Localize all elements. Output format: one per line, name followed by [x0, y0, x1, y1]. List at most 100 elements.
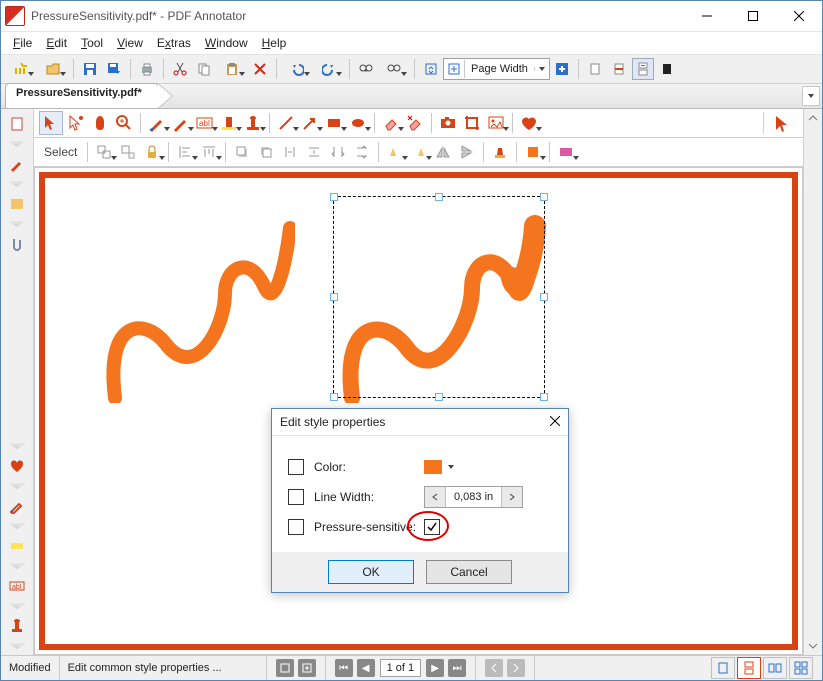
undo-button[interactable] — [282, 58, 312, 80]
linewidth-decr-button[interactable] — [425, 487, 446, 507]
menu-help[interactable]: Help — [256, 34, 293, 52]
handle-n[interactable] — [435, 193, 443, 201]
side-textbox-icon[interactable]: abI — [6, 575, 28, 597]
lasso-tool-button[interactable] — [65, 112, 87, 134]
handle-nw[interactable] — [330, 193, 338, 201]
side-pen-icon[interactable] — [6, 153, 28, 175]
zoom-tool-button[interactable] — [113, 112, 135, 134]
rotate-cw-button[interactable] — [408, 141, 430, 163]
layout-dark-button[interactable] — [656, 58, 678, 80]
layout-continuous-button[interactable] — [632, 58, 654, 80]
paste-button[interactable] — [217, 58, 247, 80]
fill-picker-button[interactable] — [522, 141, 544, 163]
center-h-button[interactable] — [327, 141, 349, 163]
zoom-in-button[interactable] — [551, 58, 573, 80]
redo-button[interactable] — [314, 58, 344, 80]
history-back-button[interactable] — [485, 659, 503, 677]
side-stamp-icon[interactable] — [6, 615, 28, 637]
view-facing-continuous-button[interactable] — [789, 657, 813, 679]
dialog-close-button[interactable] — [550, 415, 560, 429]
zoom-combo[interactable]: Page Width — [443, 58, 550, 80]
handle-s[interactable] — [435, 393, 443, 401]
line-tool-button[interactable] — [275, 112, 297, 134]
layout-single-button[interactable] — [584, 58, 606, 80]
height-match-button[interactable] — [279, 141, 301, 163]
align-top-button[interactable] — [198, 141, 220, 163]
open-button[interactable] — [38, 58, 68, 80]
side-page-icon[interactable] — [6, 113, 28, 135]
handle-ne[interactable] — [540, 193, 548, 201]
print-button[interactable] — [136, 58, 158, 80]
window-close-button[interactable] — [776, 1, 822, 31]
color-dropdown-icon[interactable] — [448, 465, 454, 469]
rotate-ccw-button[interactable] — [384, 141, 406, 163]
rect-tool-button[interactable] — [323, 112, 345, 134]
cut-button[interactable] — [169, 58, 191, 80]
menu-tool[interactable]: Tool — [75, 34, 109, 52]
next-page-button[interactable]: ▶ — [426, 659, 444, 677]
new-document-button[interactable] — [6, 58, 36, 80]
side-pencil-icon[interactable] — [6, 495, 28, 517]
vertical-scrollbar[interactable] — [803, 109, 822, 655]
status-page-prev-doc-icon[interactable] — [276, 659, 294, 677]
scroll-up-button[interactable] — [804, 109, 822, 127]
side-clip-icon[interactable] — [6, 233, 28, 255]
status-page-add-icon[interactable] — [298, 659, 316, 677]
linewidth-incr-button[interactable] — [501, 487, 522, 507]
document-tab[interactable]: PressureSensitivity.pdf* — [5, 83, 159, 108]
last-page-button[interactable]: ⏭ — [448, 659, 466, 677]
send-back-button[interactable] — [255, 141, 277, 163]
flip-h-button[interactable] — [432, 141, 454, 163]
ellipse-tool-button[interactable] — [347, 112, 369, 134]
save-as-button[interactable] — [103, 58, 125, 80]
highlighter-tool-button[interactable] — [218, 112, 240, 134]
page-nav-button[interactable] — [420, 58, 442, 80]
handle-se[interactable] — [540, 393, 548, 401]
text-tool-button[interactable]: abI — [194, 112, 216, 134]
scroll-track[interactable] — [804, 127, 822, 637]
center-v-button[interactable] — [351, 141, 373, 163]
marker-tool-button[interactable] — [170, 112, 192, 134]
ok-button[interactable]: OK — [328, 560, 414, 584]
cancel-button[interactable]: Cancel — [426, 560, 512, 584]
ungroup-button[interactable] — [117, 141, 139, 163]
find-next-button[interactable] — [379, 58, 409, 80]
snapshot-tool-button[interactable] — [437, 112, 459, 134]
view-facing-button[interactable] — [763, 657, 787, 679]
zoom-dropdown-icon[interactable] — [534, 67, 549, 71]
image-tool-button[interactable] — [485, 112, 507, 134]
view-continuous-button[interactable] — [737, 657, 761, 679]
bring-front-button[interactable] — [231, 141, 253, 163]
flip-v-button[interactable] — [456, 141, 478, 163]
window-maximize-button[interactable] — [730, 1, 776, 31]
apply-pressure-checkbox[interactable] — [288, 519, 304, 535]
menu-extras[interactable]: Extras — [151, 34, 197, 52]
side-heart-icon[interactable] — [6, 455, 28, 477]
side-highlight-icon[interactable] — [6, 535, 28, 557]
page-indicator[interactable]: 1 of 1 — [380, 659, 422, 677]
align-left-button[interactable] — [174, 141, 196, 163]
handle-e[interactable] — [540, 293, 548, 301]
layout-fit-button[interactable] — [608, 58, 630, 80]
apply-color-checkbox[interactable] — [288, 459, 304, 475]
crop-tool-button[interactable] — [461, 112, 483, 134]
save-button[interactable] — [79, 58, 101, 80]
menu-edit[interactable]: Edit — [40, 34, 73, 52]
edit-style-button[interactable] — [489, 141, 511, 163]
erase-all-button[interactable] — [404, 112, 426, 134]
tab-overflow-button[interactable] — [802, 86, 820, 106]
pen-tool-button[interactable] — [146, 112, 168, 134]
menu-view[interactable]: View — [111, 34, 149, 52]
handle-w[interactable] — [330, 293, 338, 301]
linewidth-spinner[interactable]: 0,083 in — [424, 486, 523, 508]
eraser-tool-button[interactable] — [380, 112, 402, 134]
stamp-tool-button[interactable] — [242, 112, 264, 134]
menu-window[interactable]: Window — [199, 34, 254, 52]
handle-sw[interactable] — [330, 393, 338, 401]
delete-button[interactable] — [249, 58, 271, 80]
window-minimize-button[interactable] — [684, 1, 730, 31]
stamp-picker-button[interactable] — [555, 141, 577, 163]
favorite-button[interactable] — [518, 112, 540, 134]
view-single-button[interactable] — [711, 657, 735, 679]
color-swatch[interactable] — [424, 460, 442, 474]
